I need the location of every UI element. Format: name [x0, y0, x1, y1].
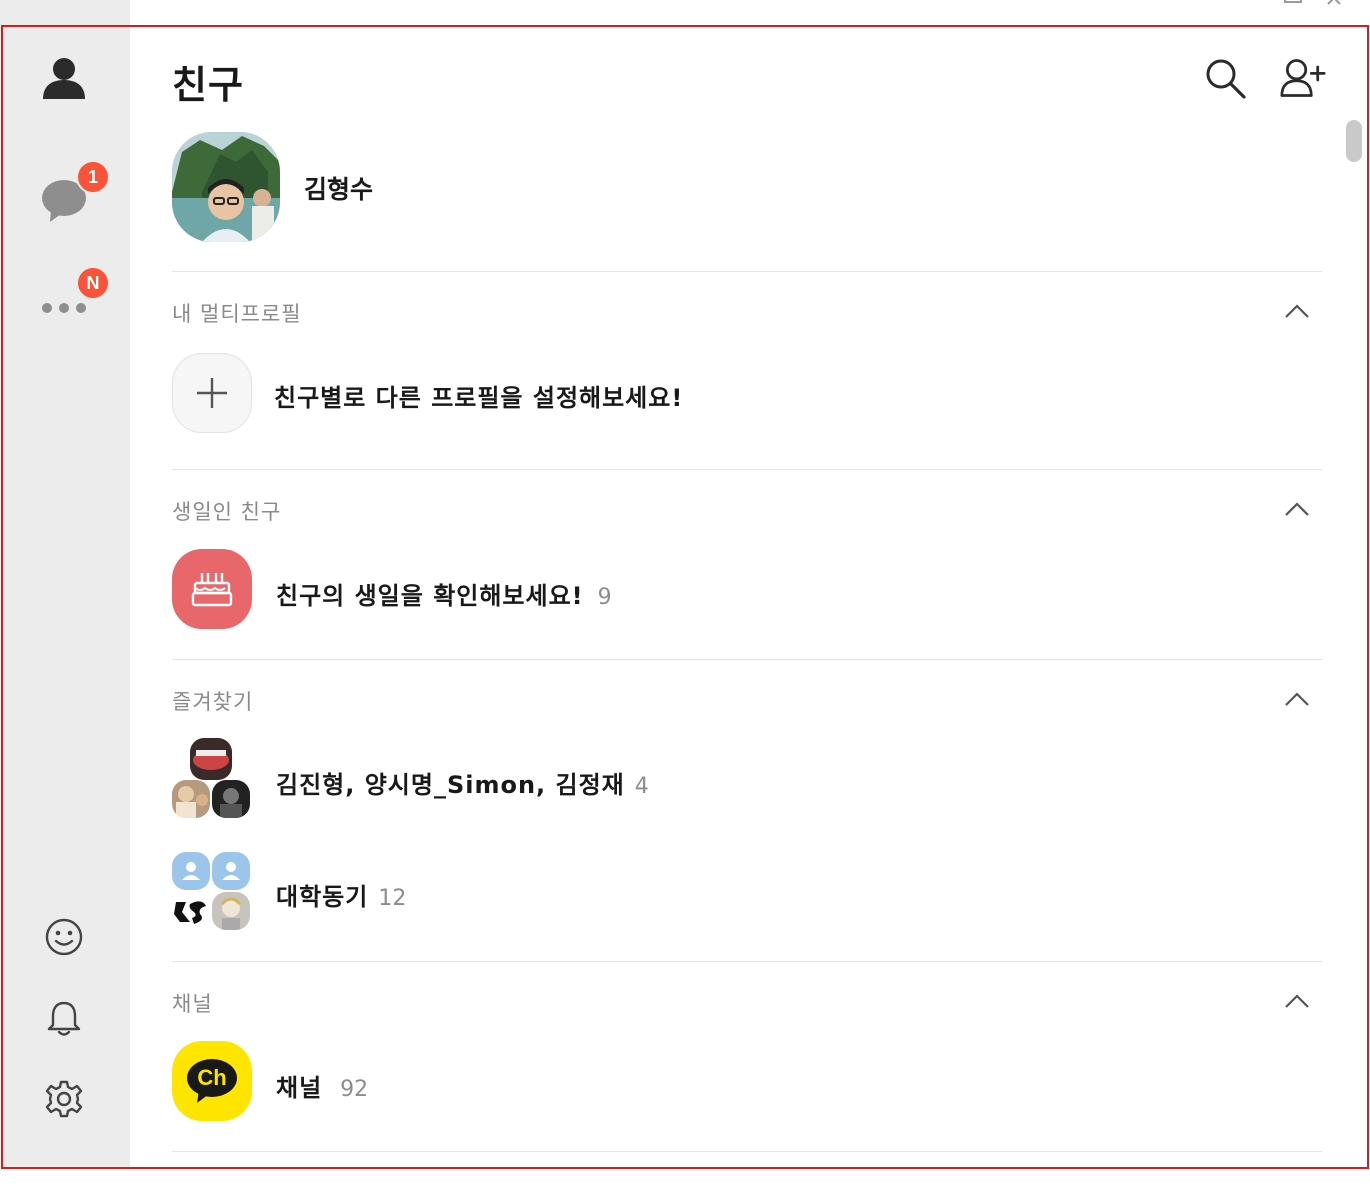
divider	[172, 961, 1322, 962]
divider	[172, 469, 1322, 470]
page-title: 친구	[172, 63, 244, 107]
divider	[172, 1151, 1322, 1152]
birthday-icon-tile[interactable]	[172, 549, 252, 629]
divider	[172, 271, 1322, 272]
kakaotalk-window: 1 N 친구 김형수 내 멀티프로필 친구별로 다른 프로필을 설정해보세요! …	[0, 0, 1370, 1194]
section-title-channel: 채널	[172, 992, 213, 1016]
favorite-group-avatar[interactable]	[172, 852, 252, 932]
maximize-icon[interactable]	[1284, 0, 1302, 8]
channel-icon-tile[interactable]: Ch	[172, 1041, 252, 1121]
default-avatar-icon	[172, 852, 210, 890]
sidebar-item-more[interactable]: N	[32, 266, 110, 338]
more-new-badge: N	[76, 266, 110, 300]
gear-icon	[45, 1080, 83, 1118]
bell-icon	[47, 1001, 81, 1036]
chevron-up-icon[interactable]	[1284, 691, 1310, 707]
channel-icon: Ch	[185, 1057, 239, 1105]
sidebar-item-notifications[interactable]	[32, 986, 96, 1050]
search-button[interactable]	[1202, 55, 1248, 101]
favorite-group-avatar[interactable]	[172, 738, 252, 820]
chevron-up-icon[interactable]	[1284, 501, 1310, 517]
sidebar-item-friends[interactable]	[32, 46, 96, 110]
section-title-multiprofile: 내 멀티프로필	[172, 302, 302, 326]
add-multiprofile-button[interactable]	[172, 353, 252, 433]
channel-count: 92	[340, 1077, 369, 1102]
my-profile-avatar[interactable]	[172, 132, 280, 242]
close-icon[interactable]	[1326, 0, 1346, 8]
section-title-favorites: 즐겨찾기	[172, 690, 254, 714]
channel-name: 채널	[276, 1074, 323, 1102]
birthday-prompt: 친구의 생일을 확인해보세요!	[276, 582, 584, 610]
my-profile-name[interactable]: 김형수	[304, 170, 373, 206]
channel-row[interactable]: 채널 92	[276, 1068, 368, 1103]
add-friend-button[interactable]	[1280, 55, 1326, 101]
section-title-birthday: 생일인 친구	[172, 500, 282, 524]
favorite-row[interactable]: 대학동기 12	[276, 877, 406, 912]
cake-icon	[191, 573, 233, 607]
member-avatar	[172, 780, 210, 818]
sidebar-item-emoticon[interactable]	[32, 905, 96, 969]
chevron-up-icon[interactable]	[1284, 993, 1310, 1009]
sidebar-item-chats[interactable]: 1	[32, 160, 110, 232]
search-icon	[1206, 59, 1246, 99]
person-icon	[43, 58, 85, 99]
scrollbar-thumb[interactable]	[1346, 120, 1362, 162]
favorite-count: 4	[634, 774, 649, 799]
member-avatar	[212, 780, 250, 818]
channel-icon-text: Ch	[197, 1065, 227, 1090]
plus-icon	[197, 378, 227, 408]
member-avatar	[172, 892, 210, 930]
multiprofile-prompt[interactable]: 친구별로 다른 프로필을 설정해보세요!	[274, 378, 683, 413]
add-friend-icon	[1280, 59, 1326, 97]
chat-unread-badge: 1	[76, 160, 110, 194]
divider	[172, 659, 1322, 660]
favorite-name: 김진형, 양시명_Simon, 김정재	[276, 771, 625, 799]
default-avatar-icon	[212, 852, 250, 890]
birthday-count: 9	[597, 585, 612, 610]
smiley-icon	[45, 918, 83, 956]
favorite-count: 12	[378, 886, 407, 911]
chevron-up-icon[interactable]	[1284, 303, 1310, 319]
favorite-name: 대학동기	[276, 883, 369, 911]
favorite-row[interactable]: 김진형, 양시명_Simon, 김정재 4	[276, 765, 649, 800]
sidebar-item-settings[interactable]	[32, 1067, 96, 1131]
member-avatar	[212, 892, 250, 930]
sidebar: 1 N	[0, 0, 130, 1168]
more-dots-icon	[42, 303, 86, 313]
member-avatar	[190, 738, 232, 780]
birthday-row[interactable]: 친구의 생일을 확인해보세요! 9	[276, 576, 612, 611]
